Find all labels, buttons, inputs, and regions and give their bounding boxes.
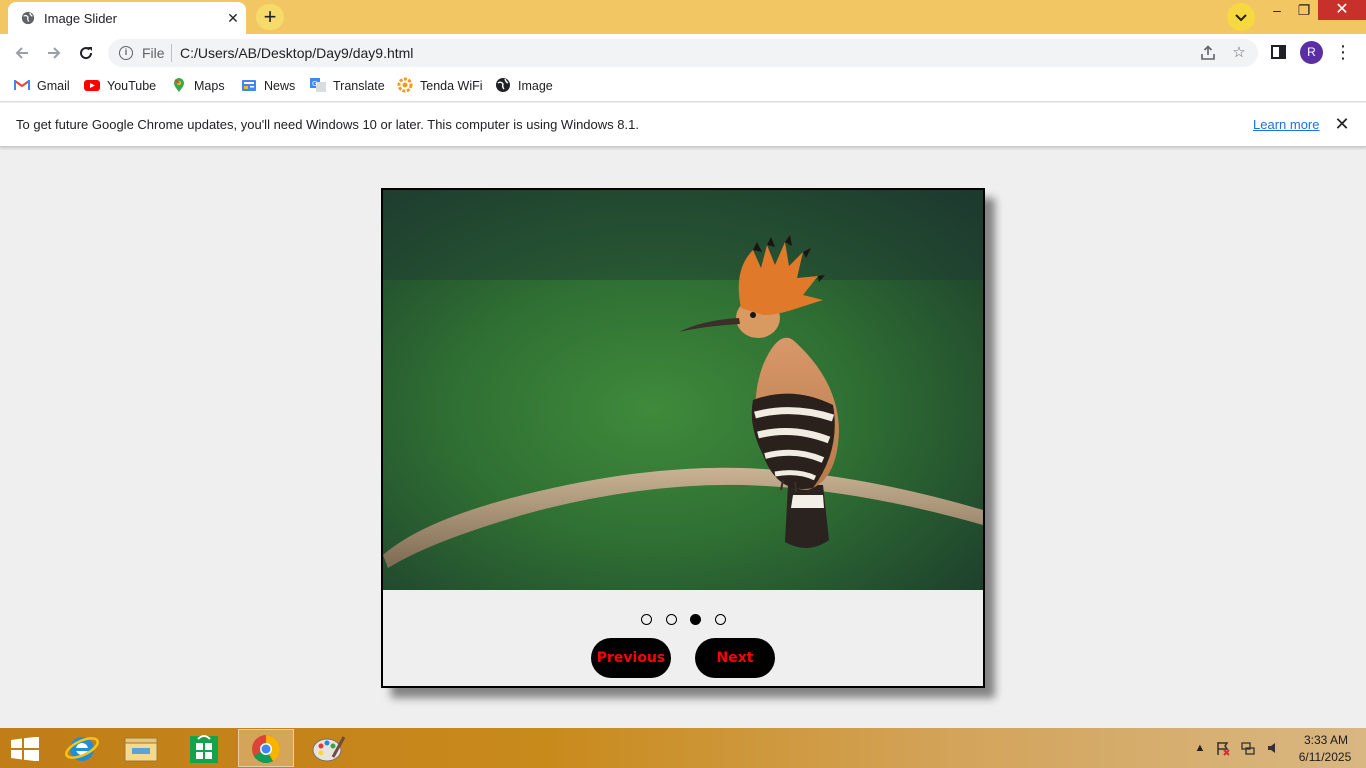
slide-dot-1[interactable] (641, 614, 652, 625)
bookmark-star-icon[interactable]: ☆ (1229, 43, 1249, 63)
taskbar-internet-explorer[interactable] (54, 729, 110, 767)
tray-expand-icon[interactable]: ▲ (1192, 740, 1208, 756)
info-icon[interactable]: i (119, 46, 133, 60)
bookmark-label: Translate (333, 79, 385, 93)
globe-icon (21, 11, 35, 25)
window-close-button[interactable]: ✕ (1318, 0, 1366, 20)
side-panel-icon[interactable] (1271, 45, 1286, 59)
arrow-right-icon (48, 47, 61, 59)
share-icon[interactable] (1198, 43, 1218, 63)
chrome-icon (252, 735, 280, 763)
svg-text:G: G (312, 80, 317, 88)
bookmark-youtube[interactable]: YouTube (84, 77, 156, 95)
action-center-flag-icon[interactable] (1215, 740, 1231, 756)
youtube-icon (84, 80, 100, 91)
image-slider: Previous Next (381, 188, 985, 688)
address-bar[interactable]: i File C:/Users/AB/Desktop/Day9/day9.htm… (108, 39, 1258, 67)
clock-time[interactable]: 3:33 AM (1296, 733, 1356, 747)
tenda-icon (397, 77, 413, 93)
back-button[interactable] (9, 40, 35, 66)
update-infobar: To get future Google Chrome updates, you… (0, 103, 1366, 147)
bookmark-gmail[interactable]: Gmail (14, 77, 70, 95)
taskbar-store[interactable] (176, 729, 232, 767)
chevron-down-icon (1235, 14, 1247, 22)
infobar-message: To get future Google Chrome updates, you… (16, 117, 639, 132)
bookmark-label: Maps (194, 79, 225, 93)
translate-icon: G (310, 78, 326, 92)
file-explorer-icon (124, 737, 158, 762)
bookmark-label: Tenda WiFi (420, 79, 483, 93)
news-icon (242, 80, 256, 91)
paint-icon (312, 736, 346, 762)
globe-icon (496, 78, 510, 92)
tab-title: Image Slider (44, 11, 117, 26)
bookmark-translate[interactable]: G Translate (310, 77, 385, 95)
tab-image-slider[interactable]: Image Slider ✕ (8, 2, 246, 34)
url-separator (171, 44, 172, 62)
bookmark-label: Gmail (37, 79, 70, 93)
infobar-close-icon[interactable]: ✕ (1333, 115, 1351, 133)
bookmark-maps[interactable]: Maps (171, 77, 225, 95)
windows-taskbar: ▲ 3:33 AM 6/11/2025 (0, 728, 1366, 768)
reload-icon (80, 47, 93, 60)
bookmark-tenda-wifi[interactable]: Tenda WiFi (397, 77, 483, 95)
bookmark-label: YouTube (107, 79, 157, 93)
reload-button[interactable] (73, 40, 99, 66)
url-scheme-label: File (142, 45, 165, 61)
forward-button[interactable] (41, 40, 67, 66)
next-button[interactable]: Next (695, 638, 775, 678)
maps-icon (174, 78, 184, 92)
bookmark-image[interactable]: Image (495, 77, 553, 95)
gmail-icon (14, 80, 30, 90)
slide-dot-2[interactable] (666, 614, 677, 625)
clock-date[interactable]: 6/11/2025 (1292, 750, 1358, 764)
bookmarks-bar: Gmail YouTube Maps News G Translate Tenda… (0, 70, 1366, 102)
start-icon[interactable] (11, 737, 39, 761)
browser-menu-icon[interactable]: ⋮ (1334, 40, 1352, 64)
internet-explorer-icon (65, 737, 99, 761)
browser-titlebar: Image Slider ✕ + – ❐ ✕ (0, 0, 1366, 34)
slide-dot-3[interactable] (690, 614, 701, 625)
hoopoe-bird-image (383, 190, 983, 590)
previous-button[interactable]: Previous (591, 638, 671, 678)
store-icon (190, 735, 218, 763)
slide-image (383, 190, 983, 590)
url-text[interactable]: C:/Users/AB/Desktop/Day9/day9.html (180, 45, 413, 61)
taskbar-paint[interactable] (300, 729, 356, 767)
browser-toolbar: i File C:/Users/AB/Desktop/Day9/day9.htm… (0, 34, 1366, 70)
tab-search-button[interactable] (1227, 3, 1255, 31)
tab-close-icon[interactable]: ✕ (224, 9, 242, 27)
bookmark-label: News (264, 79, 296, 93)
volume-icon[interactable] (1265, 740, 1281, 756)
taskbar-chrome[interactable] (238, 729, 294, 767)
learn-more-link[interactable]: Learn more (1253, 117, 1319, 132)
new-tab-button[interactable]: + (256, 4, 284, 30)
taskbar-file-explorer[interactable] (113, 729, 169, 767)
network-icon[interactable] (1240, 740, 1256, 756)
profile-avatar[interactable]: R (1300, 41, 1323, 64)
bookmark-label: Image (518, 79, 553, 93)
bookmark-news[interactable]: News (241, 77, 295, 95)
arrow-left-icon (15, 47, 28, 59)
slide-dot-4[interactable] (715, 614, 726, 625)
